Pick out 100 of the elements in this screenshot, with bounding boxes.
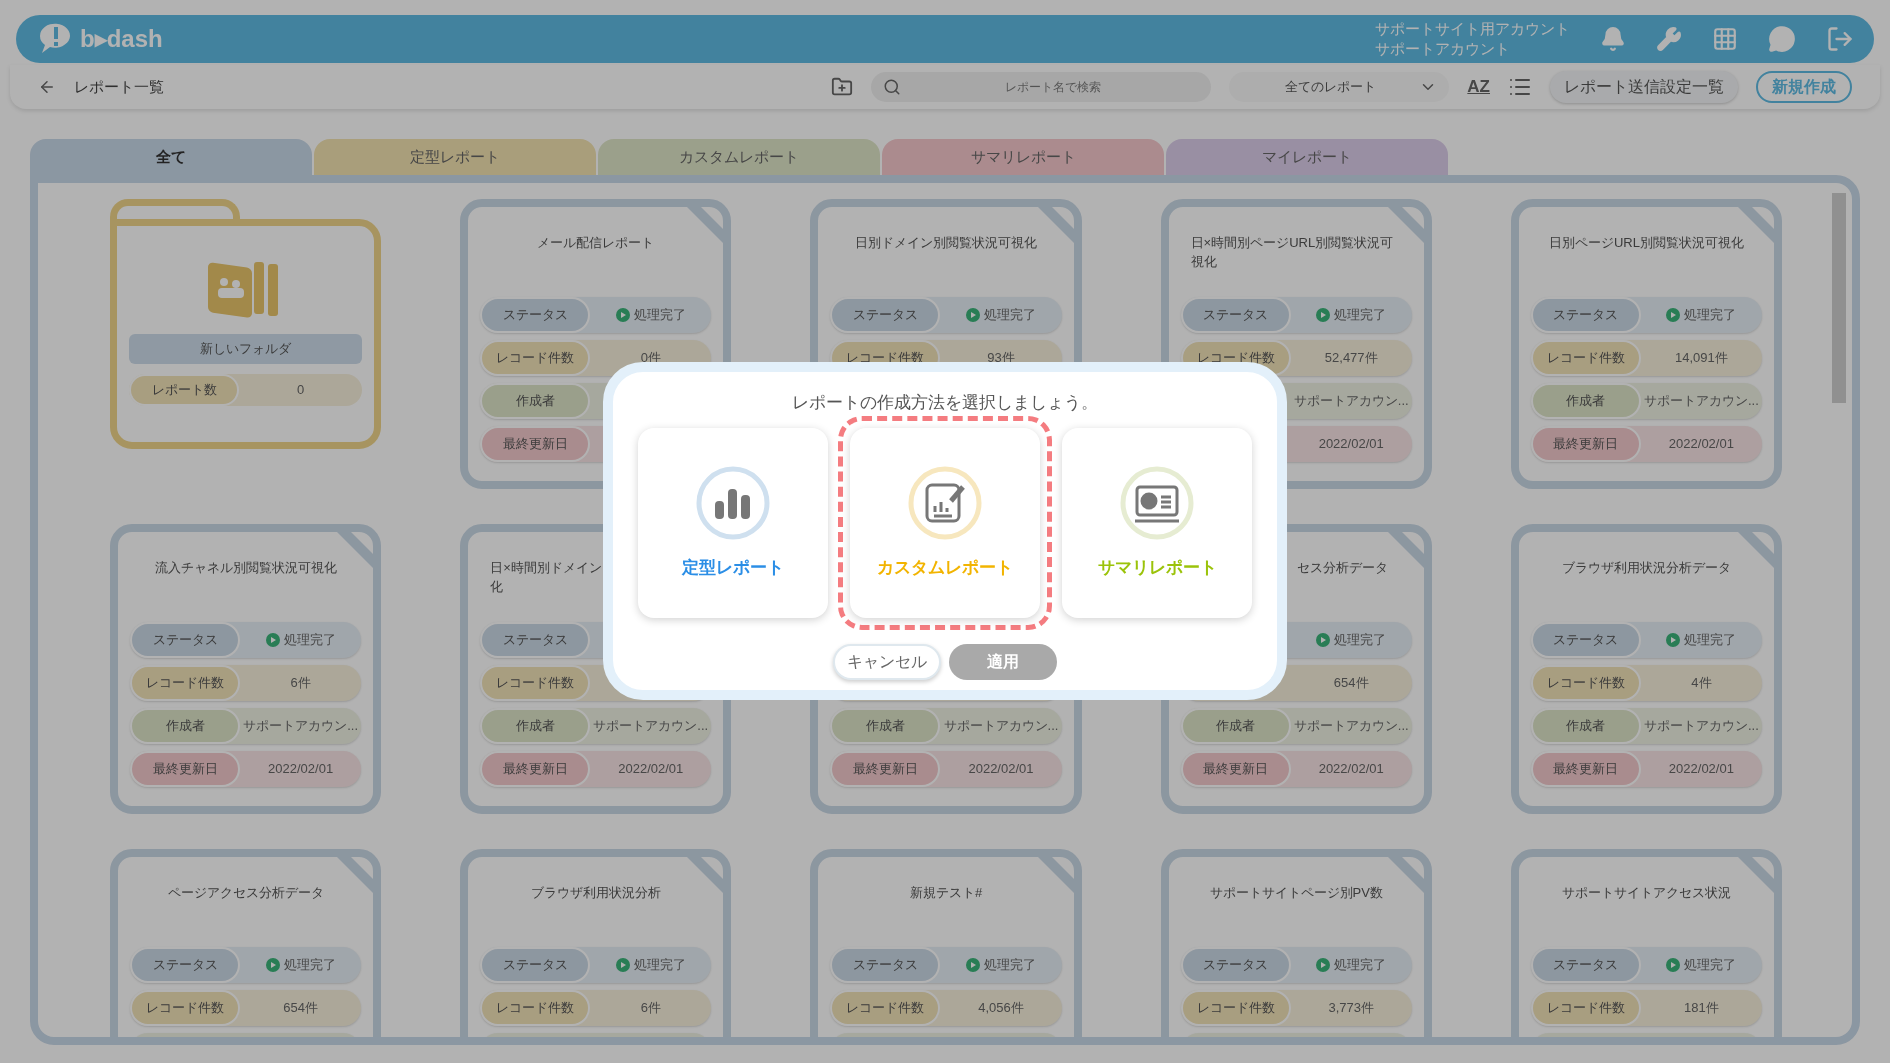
field-label: 作成者 <box>830 708 941 744</box>
play-icon <box>1316 958 1331 972</box>
field-value: 2022/02/01 <box>268 760 334 779</box>
presentation-icon <box>1119 464 1195 541</box>
field-label: レコード件数 <box>480 990 591 1026</box>
wrench-icon[interactable] <box>1656 26 1682 52</box>
bell-icon[interactable] <box>1600 26 1626 52</box>
field-value: サポートアカウン... <box>1643 717 1759 736</box>
chat-icon[interactable] <box>1768 25 1796 53</box>
field-label: ステータス <box>130 947 240 983</box>
logout-icon[interactable] <box>1826 25 1854 53</box>
field-label: 最終更新日 <box>480 751 591 787</box>
field-value: 処理完了 <box>1334 956 1387 975</box>
report-card[interactable]: ブラウザ利用状況分析データ ステータス 処理完了 レコード件数 4件 作成者 サポートアカウン... 最終更新日 2022/02/01 <box>1510 524 1782 814</box>
report-card[interactable]: ページアクセス分析データ ステータス 処理完了 レコード件数 654件 <box>110 849 382 1037</box>
field-label: 作成者 <box>1530 383 1641 419</box>
chart-edit-icon <box>907 464 983 541</box>
account-name: サポートアカウント <box>1375 39 1511 59</box>
field-label: 作成者 <box>480 383 591 419</box>
field-value: 181件 <box>1684 999 1719 1018</box>
field-label: ステータス <box>1530 622 1641 658</box>
report-card[interactable]: サポートサイトページ別PV数 ステータス 処理完了 レコード件数 3,773件 <box>1160 849 1432 1037</box>
play-icon <box>1666 308 1681 322</box>
field-value: サポートアカウン... <box>1293 717 1409 736</box>
play-icon <box>615 308 630 322</box>
field-value: 処理完了 <box>984 956 1036 975</box>
field-value: 処理完了 <box>1684 306 1737 325</box>
add-folder-icon[interactable] <box>831 76 854 98</box>
field-value: 処理完了 <box>283 631 336 650</box>
field-value: 6件 <box>290 674 311 693</box>
field-label: 作成者 <box>130 708 240 744</box>
field-label: ステータス <box>480 297 591 333</box>
field-value: 処理完了 <box>1334 306 1387 325</box>
card-title: 流入チャネル別閲覧状況可視化 <box>154 559 337 577</box>
card-title: 日別ドメイン別閲覧状況可視化 <box>855 234 1037 252</box>
field-label: 作成者 <box>1530 708 1641 744</box>
field-value: サポートアカウン... <box>243 717 358 736</box>
field-label: ステータス <box>830 297 941 333</box>
field-value: 処理完了 <box>984 306 1036 325</box>
field-value: 処理完了 <box>633 956 686 975</box>
grid-icon[interactable] <box>1712 26 1738 52</box>
field-value: 処理完了 <box>1684 631 1737 650</box>
report-tab[interactable]: 全て <box>30 139 312 175</box>
field-value: 2022/02/01 <box>618 760 684 779</box>
field-label: ステータス <box>480 622 591 658</box>
field-label: レコード件数 <box>1530 340 1641 376</box>
field-label: 最終更新日 <box>480 426 591 462</box>
report-card[interactable]: 新規テスト# ステータス 処理完了 レコード件数 4,056件 <box>810 849 1082 1037</box>
field-value: 52,477件 <box>1324 349 1378 368</box>
report-type-option[interactable]: 定型レポート <box>638 427 828 618</box>
card-title: ページアクセス分析データ <box>167 884 324 902</box>
field-value: 654件 <box>283 999 318 1018</box>
field-value: 0 <box>295 381 306 400</box>
field-value: 4,056件 <box>978 999 1024 1018</box>
cancel-button[interactable]: キャンセル <box>833 643 941 680</box>
field-value: 2022/02/01 <box>1668 435 1734 454</box>
report-card[interactable]: 日別ページURL別閲覧状況可視化 ステータス 処理完了 レコード件数 14,091件 作成者 サポートアカウン... 最終更新日 2022/02/01 <box>1510 199 1782 489</box>
back-icon[interactable] <box>38 78 56 96</box>
report-card[interactable]: ブラウザ利用状況分析 ステータス 処理完了 レコード件数 6件 <box>460 849 732 1037</box>
bar-chart-icon <box>695 464 771 541</box>
play-icon <box>1316 308 1331 322</box>
card-title: 日別ページURL別閲覧状況可視化 <box>1548 234 1744 252</box>
scrollbar[interactable] <box>1832 193 1846 403</box>
field-value: 2022/02/01 <box>1668 760 1734 779</box>
report-card[interactable]: サポートサイトアクセス状況 ステータス 処理完了 レコード件数 181件 <box>1510 849 1782 1037</box>
field-label: レコード件数 <box>130 665 240 701</box>
field-value: サポートアカウン... <box>943 717 1059 736</box>
card-title: セス分析データ <box>1296 559 1388 577</box>
card-title: 日×時間別ページURL別閲覧状況可 <box>1190 234 1394 252</box>
field-value: 14,091件 <box>1675 349 1728 368</box>
play-icon <box>1666 633 1681 647</box>
field-value: 処理完了 <box>633 306 686 325</box>
field-value: 処理完了 <box>1334 631 1387 650</box>
field-label: レコード件数 <box>1180 990 1291 1026</box>
field-value: 2022/02/01 <box>1318 760 1384 779</box>
field-label: レコード件数 <box>480 665 591 701</box>
settings-list-button[interactable]: レポート送信設定一覧 <box>1550 71 1738 103</box>
play-icon <box>966 958 980 972</box>
report-filter[interactable]: 全てのレポート <box>1229 72 1450 102</box>
field-label: 最終更新日 <box>830 751 941 787</box>
field-value: サポートアカウン... <box>1293 392 1409 411</box>
report-tab[interactable]: カスタムレポート <box>598 139 880 175</box>
sort-button[interactable]: AZ <box>1467 74 1490 100</box>
field-label: レコード件数 <box>830 990 941 1026</box>
search-icon <box>883 78 902 96</box>
card-title: サポートサイトページ別PV数 <box>1209 884 1383 902</box>
field-label: ステータス <box>130 622 240 658</box>
report-tab[interactable]: マイレポート <box>1166 139 1448 175</box>
search-field[interactable]: レポート名で検索 <box>871 72 1212 102</box>
report-card[interactable]: 流入チャネル別閲覧状況可視化 ステータス 処理完了 レコード件数 6件 作成者 サポートアカウン... 最終更新日 2022/02/01 <box>110 524 382 814</box>
field-value: 処理完了 <box>1684 956 1737 975</box>
field-label: ステータス <box>1530 297 1641 333</box>
report-tab[interactable]: サマリレポート <box>882 139 1164 175</box>
card-title: 日×時間別ドメイン <box>490 559 602 577</box>
folder-name: 新しいフォルダ <box>129 334 363 364</box>
report-tab[interactable]: 定型レポート <box>314 139 596 175</box>
field-label: レコード件数 <box>130 990 240 1026</box>
play-icon <box>966 308 980 322</box>
field-label: レポート数 <box>129 374 239 406</box>
field-label: 最終更新日 <box>130 751 240 787</box>
